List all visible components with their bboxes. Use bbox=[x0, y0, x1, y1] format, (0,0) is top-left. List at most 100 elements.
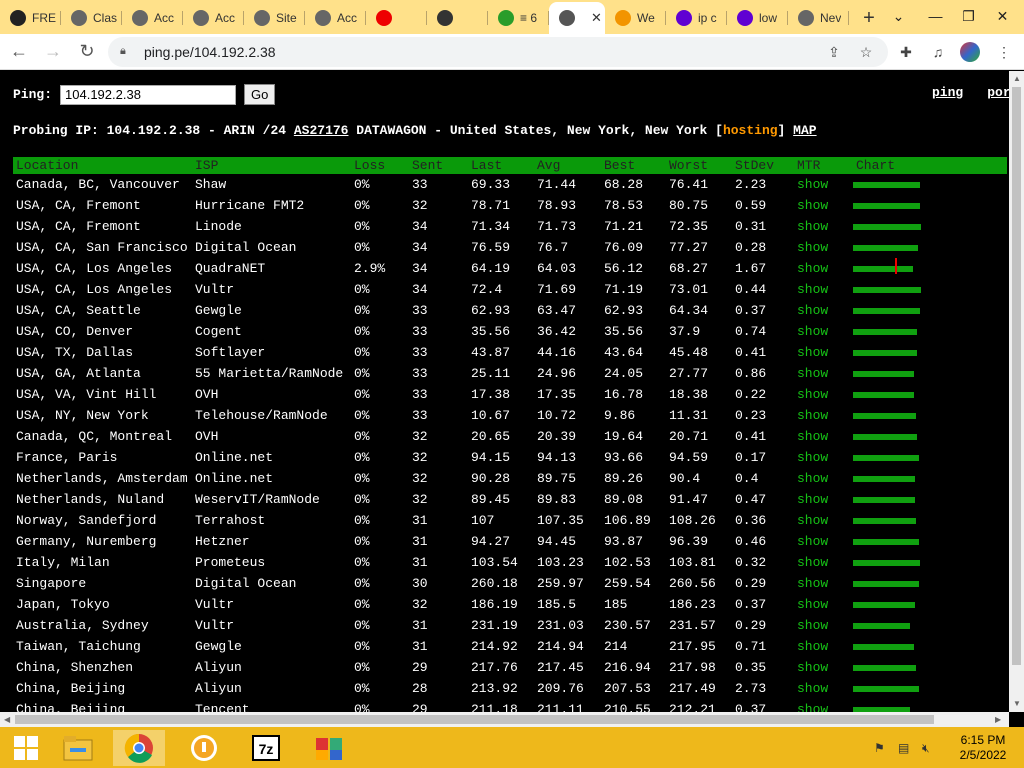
scroll-right-icon[interactable]: ▶ bbox=[995, 715, 1001, 724]
mtr-show-link[interactable]: show bbox=[794, 489, 853, 510]
menu-kebab-icon[interactable]: ⋮ bbox=[994, 42, 1014, 62]
table-cell: 94.27 bbox=[471, 534, 511, 549]
minimize-icon[interactable]: — bbox=[917, 0, 954, 32]
vpn-app-icon[interactable] bbox=[178, 730, 230, 766]
table-cell: 34 bbox=[412, 240, 428, 255]
column-header[interactable]: Sent bbox=[409, 157, 468, 174]
browser-tab[interactable] bbox=[366, 2, 427, 34]
column-header[interactable]: Last bbox=[468, 157, 534, 174]
volume-muted-icon[interactable]: 🔇︎ bbox=[922, 741, 930, 756]
browser-tab[interactable]: ip c bbox=[666, 2, 727, 34]
mtr-show-link[interactable]: show bbox=[794, 195, 853, 216]
start-button[interactable] bbox=[0, 730, 52, 766]
browser-tab[interactable]: Acc bbox=[183, 2, 244, 34]
browser-tab[interactable]: We bbox=[605, 2, 666, 34]
browser-tab[interactable]: low bbox=[727, 2, 788, 34]
column-header[interactable]: Chart bbox=[853, 157, 1007, 174]
browser-tab[interactable]: Acc bbox=[122, 2, 183, 34]
mtr-show-link[interactable]: show bbox=[794, 300, 853, 321]
column-header[interactable]: MTR bbox=[794, 157, 853, 174]
office-app-icon[interactable] bbox=[303, 730, 355, 766]
restore-icon[interactable]: ❐ bbox=[950, 0, 987, 32]
column-header[interactable]: Avg bbox=[534, 157, 601, 174]
horizontal-scrollbar[interactable]: ◀ ▶ bbox=[0, 712, 1009, 727]
browser-tab[interactable]: Acc bbox=[305, 2, 366, 34]
mtr-show-link[interactable]: show bbox=[794, 363, 853, 384]
mtr-show-link[interactable]: show bbox=[794, 531, 853, 552]
mtr-show-link[interactable]: show bbox=[794, 258, 853, 279]
port-link[interactable]: por bbox=[987, 85, 1009, 100]
reload-icon[interactable]: ↻ bbox=[72, 37, 102, 67]
mtr-show-link[interactable]: show bbox=[794, 699, 853, 712]
site-globe-icon bbox=[254, 10, 270, 26]
close-window-icon[interactable]: ✕ bbox=[984, 0, 1021, 32]
table-cell: Online.net bbox=[195, 450, 274, 465]
address-bar[interactable]: 🔒︎ ping.pe/104.192.2.38 bbox=[108, 37, 888, 67]
column-header[interactable]: Loss bbox=[351, 157, 409, 174]
browser-tab[interactable]: Clas bbox=[61, 2, 122, 34]
mtr-show-link[interactable]: show bbox=[794, 657, 853, 678]
file-explorer-icon[interactable] bbox=[52, 730, 104, 766]
vertical-scrollbar[interactable]: ▲ ▼ bbox=[1009, 71, 1024, 712]
mtr-show-link[interactable]: show bbox=[794, 552, 853, 573]
mtr-show-link[interactable]: show bbox=[794, 468, 853, 489]
table-cell: 230.57 bbox=[604, 618, 651, 633]
mtr-show-link[interactable]: show bbox=[794, 174, 853, 195]
mtr-show-link[interactable]: show bbox=[794, 447, 853, 468]
mtr-show-link[interactable]: show bbox=[794, 615, 853, 636]
column-header[interactable]: Location bbox=[13, 157, 192, 174]
vertical-scroll-thumb[interactable] bbox=[1012, 87, 1021, 665]
close-tab-icon[interactable]: ✕ bbox=[591, 10, 602, 26]
mtr-show-link[interactable]: show bbox=[794, 573, 853, 594]
forward-icon[interactable]: → bbox=[38, 37, 68, 67]
media-control-icon[interactable]: ♫ bbox=[928, 42, 948, 62]
mtr-show-link[interactable]: show bbox=[794, 405, 853, 426]
share-icon[interactable]: ⇪ bbox=[824, 42, 844, 62]
device-icon[interactable]: ▤ bbox=[898, 741, 909, 755]
horizontal-scroll-thumb[interactable] bbox=[15, 715, 934, 724]
column-header[interactable]: Best bbox=[601, 157, 666, 174]
map-link[interactable]: MAP bbox=[793, 123, 816, 138]
system-clock[interactable]: 6:15 PM 2/5/2022 bbox=[952, 733, 1014, 763]
mtr-show-link[interactable]: show bbox=[794, 279, 853, 300]
mtr-show-link[interactable]: show bbox=[794, 216, 853, 237]
table-cell: 214.94 bbox=[537, 639, 584, 654]
mtr-show-link[interactable]: show bbox=[794, 510, 853, 531]
extensions-icon[interactable]: ✚ bbox=[896, 42, 916, 62]
scroll-up-icon[interactable]: ▲ bbox=[1013, 74, 1021, 83]
browser-tab[interactable]: Nev bbox=[788, 2, 849, 34]
back-icon[interactable]: ← bbox=[4, 37, 34, 67]
ping-input[interactable] bbox=[60, 84, 237, 105]
browser-tab[interactable] bbox=[427, 2, 488, 34]
bookmark-star-icon[interactable]: ☆ bbox=[856, 42, 876, 62]
browser-tab[interactable]: FRE bbox=[0, 2, 61, 34]
browser-tab[interactable]: Site bbox=[244, 2, 305, 34]
mtr-show-link[interactable]: show bbox=[794, 384, 853, 405]
tab-search-icon[interactable]: ⌄ bbox=[880, 0, 917, 32]
network-alert-icon[interactable]: ⚑ bbox=[874, 741, 885, 755]
column-header[interactable]: ISP bbox=[192, 157, 351, 174]
table-cell: Digital Ocean bbox=[195, 240, 297, 255]
column-header[interactable]: StDev bbox=[732, 157, 794, 174]
mtr-show-link[interactable]: show bbox=[794, 678, 853, 699]
ping-link[interactable]: ping bbox=[932, 85, 963, 100]
scroll-down-icon[interactable]: ▼ bbox=[1013, 699, 1021, 708]
browser-tab[interactable]: ≡ 6 bbox=[488, 2, 549, 34]
7zip-icon[interactable]: 7z bbox=[240, 730, 292, 766]
hosting-link[interactable]: hosting bbox=[723, 123, 778, 138]
mtr-show-link[interactable]: show bbox=[794, 237, 853, 258]
scroll-left-icon[interactable]: ◀ bbox=[4, 715, 10, 724]
mtr-show-link[interactable]: show bbox=[794, 594, 853, 615]
go-button[interactable]: Go bbox=[244, 84, 276, 105]
chrome-taskbar-icon[interactable] bbox=[113, 730, 165, 766]
table-cell: USA, CA, Fremont bbox=[16, 219, 141, 234]
profile-avatar[interactable] bbox=[960, 42, 980, 62]
mtr-show-link[interactable]: show bbox=[794, 636, 853, 657]
column-header[interactable]: Worst bbox=[666, 157, 732, 174]
mtr-show-link[interactable]: show bbox=[794, 321, 853, 342]
table-cell: 27.77 bbox=[669, 366, 709, 381]
browser-tab[interactable]: ✕ bbox=[549, 2, 605, 34]
asn-link[interactable]: AS27176 bbox=[294, 123, 349, 138]
mtr-show-link[interactable]: show bbox=[794, 342, 853, 363]
mtr-show-link[interactable]: show bbox=[794, 426, 853, 447]
